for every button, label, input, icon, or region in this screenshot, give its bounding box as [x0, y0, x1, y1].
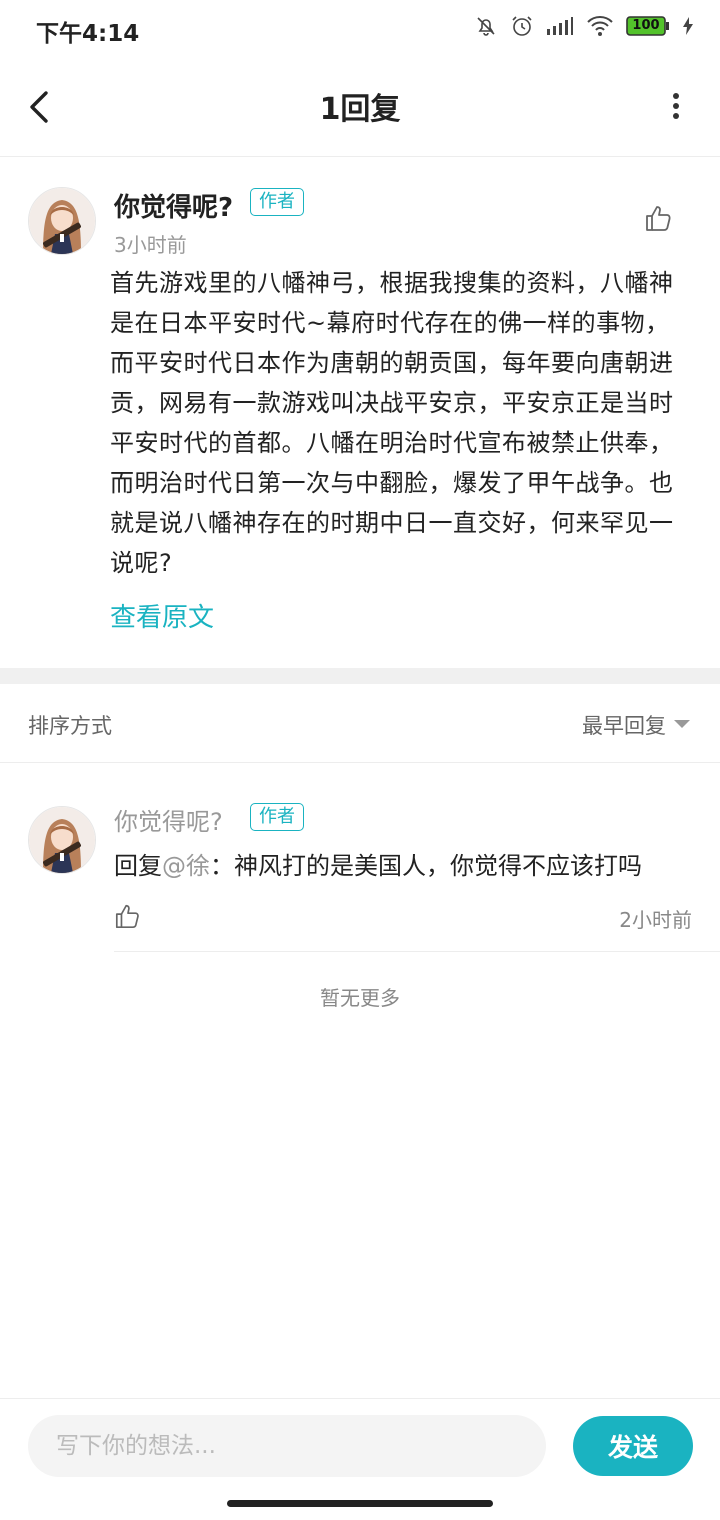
post-timestamp: 3小时前 [114, 233, 187, 257]
reply-body: 回复@徐：神风打的是美国人，你觉得不应该打吗 [114, 846, 642, 881]
signal-icon [546, 15, 574, 37]
thumbs-up-icon [115, 904, 139, 929]
charging-icon [682, 16, 694, 36]
mute-icon [474, 14, 498, 38]
avatar[interactable] [28, 187, 96, 255]
status-time: 下午4:14 [36, 21, 140, 47]
reply-like-button[interactable] [114, 902, 142, 930]
no-more-text: 暂无更多 [320, 986, 400, 1010]
sort-label: 排序方式 [28, 714, 112, 738]
post-body: 首先游戏里的八幡神弓，根据我搜集的资料，八幡神是在日本平安时代~幕府时代存在的佛… [110, 269, 674, 577]
alarm-icon [510, 14, 534, 38]
post-author-name[interactable]: 你觉得呢? [114, 187, 233, 224]
view-original-link[interactable]: 查看原文 [110, 597, 214, 634]
reply-text: ：神风打的是美国人，你觉得不应该打吗 [210, 852, 642, 880]
battery-level: 100 [632, 18, 660, 33]
sort-bar: 排序方式 最早回复 [0, 684, 720, 763]
top-bar: 1回复 [0, 58, 720, 157]
thumbs-up-icon [646, 206, 671, 231]
author-badge: 作者 [250, 803, 304, 831]
main-post: 你觉得呢? 作者 3小时前 首先游戏里的八幡神弓，根据我搜集的资料，八幡神是在日… [0, 157, 720, 667]
avatar[interactable] [28, 806, 96, 874]
reply-item: 你觉得呢? 作者 回复@徐：神风打的是美国人，你觉得不应该打吗 2小时前 [0, 762, 720, 952]
comment-input[interactable] [28, 1415, 546, 1477]
author-badge: 作者 [250, 188, 304, 216]
reply-timestamp: 2小时前 [619, 908, 692, 932]
wifi-icon [586, 15, 614, 37]
status-icons: 100 [474, 14, 694, 38]
home-indicator[interactable] [227, 1500, 493, 1507]
reply-mention[interactable]: @徐 [162, 852, 210, 880]
section-divider [0, 668, 720, 684]
comment-composer: 发送 [0, 1398, 720, 1493]
status-bar: 下午4:14 100 [0, 0, 720, 58]
more-vertical-icon [673, 93, 679, 119]
reply-prefix: 回复 [114, 852, 162, 880]
send-button[interactable]: 发送 [573, 1416, 693, 1476]
page-title: 1回复 [319, 92, 401, 127]
reply-author-name[interactable]: 你觉得呢? [114, 802, 223, 837]
battery-icon: 100 [626, 16, 670, 36]
divider [114, 951, 720, 952]
caret-down-icon[interactable] [674, 720, 690, 728]
sort-dropdown[interactable]: 最早回复 [582, 710, 666, 740]
like-button[interactable] [644, 203, 674, 233]
more-button[interactable] [666, 90, 686, 124]
